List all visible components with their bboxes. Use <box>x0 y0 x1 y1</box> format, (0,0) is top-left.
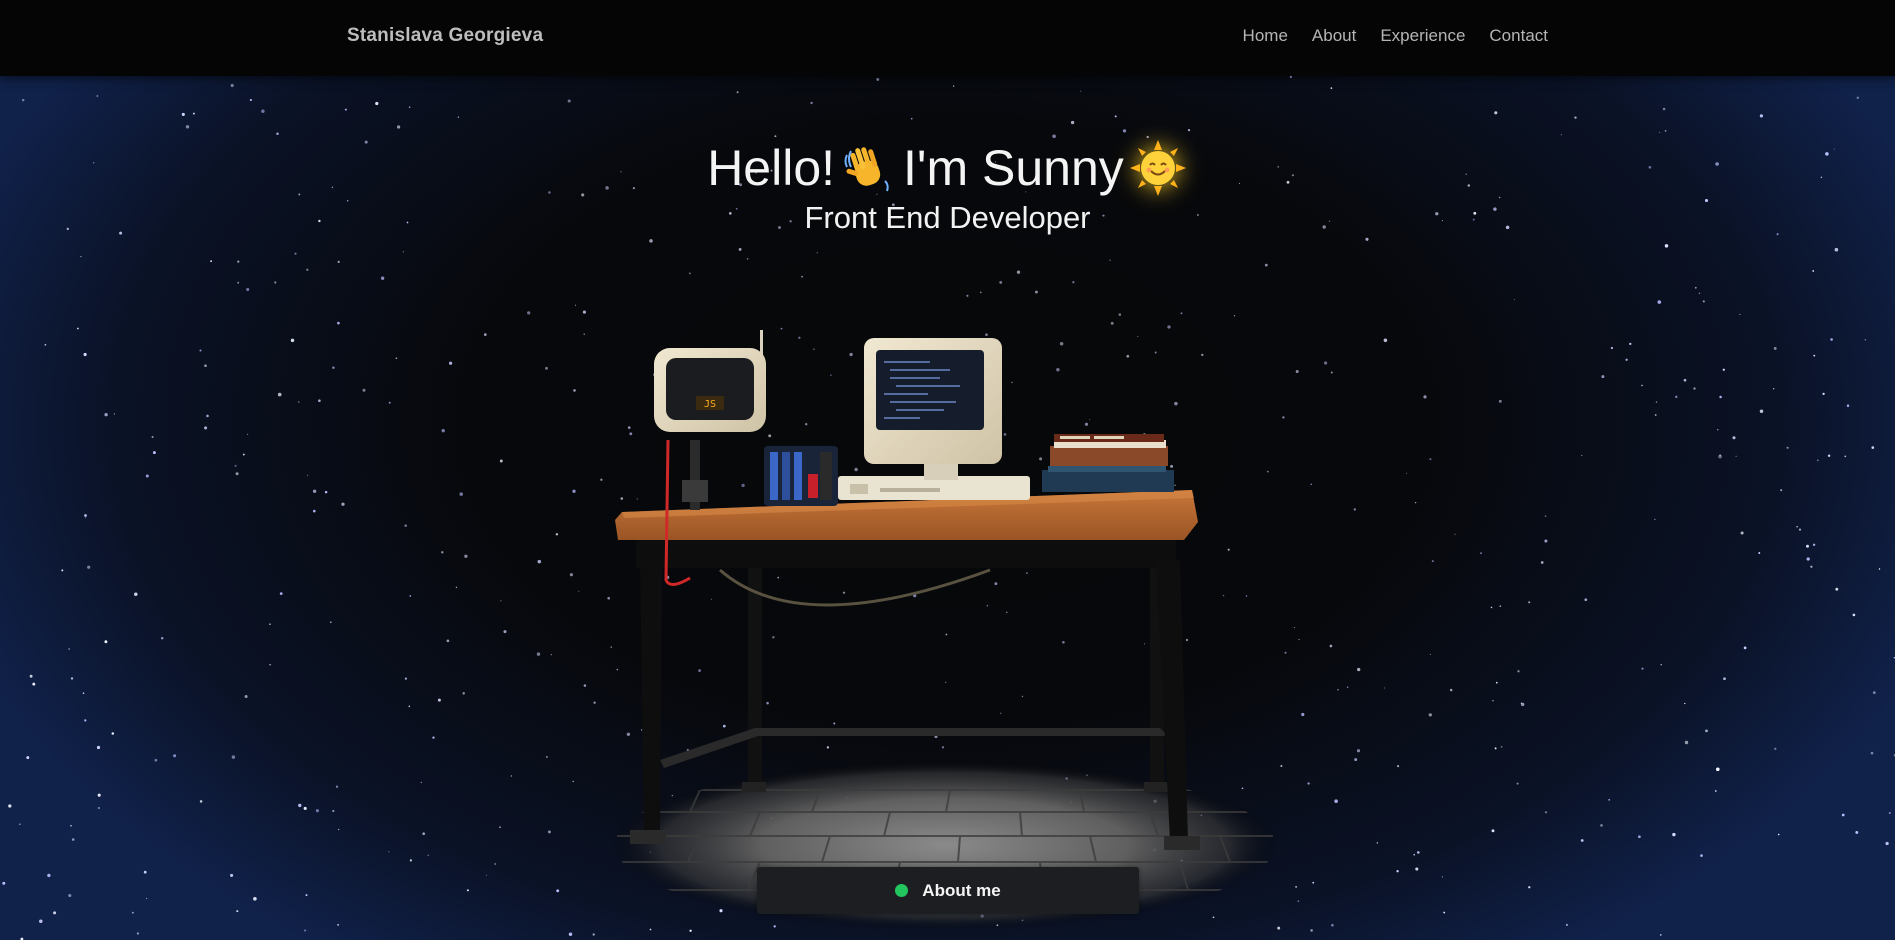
crt-computer <box>838 338 1030 500</box>
nav-link-home[interactable]: Home <box>1243 26 1288 46</box>
smiling-sun-icon <box>1129 139 1186 196</box>
hero-greeting: Hello! <box>707 139 836 196</box>
gadget-box <box>764 446 838 506</box>
retro-robot-monitor: JS <box>654 330 766 510</box>
about-me-button[interactable]: About me <box>757 867 1139 914</box>
about-me-label: About me <box>922 880 1001 900</box>
nav-link-contact[interactable]: Contact <box>1489 26 1548 46</box>
brand-name[interactable]: Stanislava Georgieva <box>347 25 543 47</box>
nav-links: Home About Experience Contact <box>1243 26 1548 46</box>
top-navbar: Stanislava Georgieva Home About Experien… <box>0 0 1895 76</box>
monitor-screen-text: JS <box>704 399 716 410</box>
nav-link-about[interactable]: About <box>1312 26 1356 46</box>
hero-name: I'm Sunny <box>903 139 1124 196</box>
hero-title: Hello! I'm Sunny <box>0 135 1895 198</box>
book-stack <box>1042 434 1174 492</box>
hero-page: Stanislava Georgieva Home About Experien… <box>0 0 1895 940</box>
nav-link-experience[interactable]: Experience <box>1380 26 1465 46</box>
status-dot-icon <box>895 884 909 897</box>
waving-hand-icon <box>844 147 889 192</box>
hero-subtitle: Front End Developer <box>804 200 1091 235</box>
